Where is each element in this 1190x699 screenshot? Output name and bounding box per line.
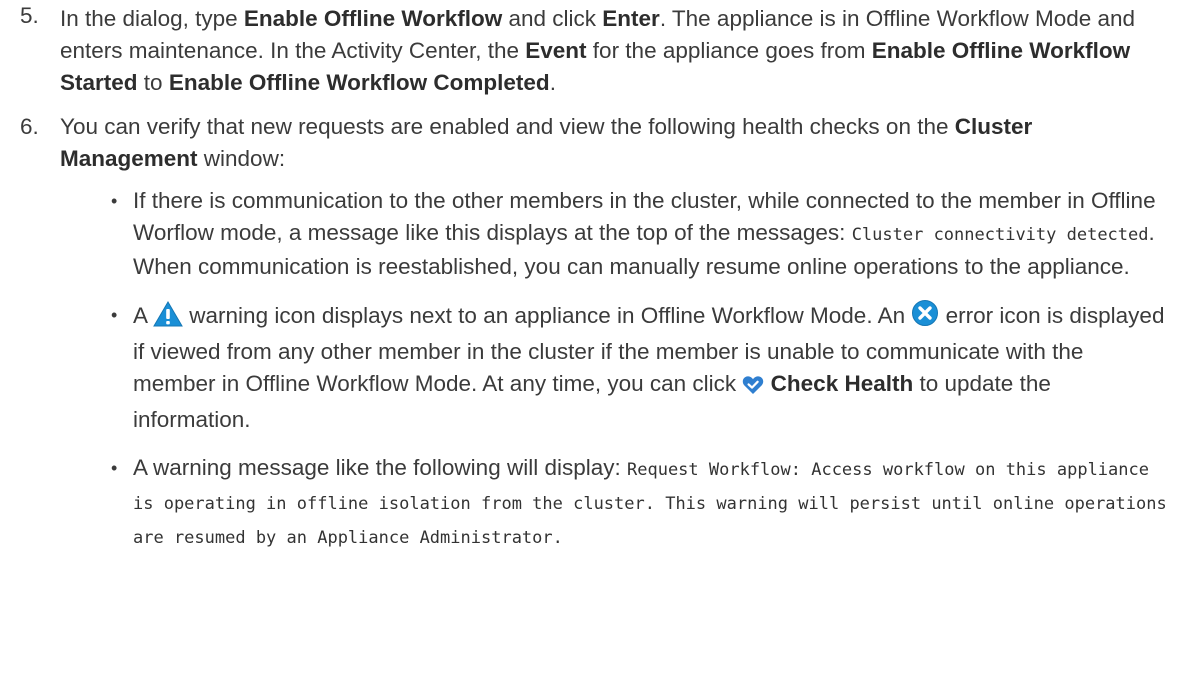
text-segment: A warning message like the following wil… [133, 455, 627, 480]
ui-term-completed: Enable Offline Workflow Completed [168, 70, 550, 95]
text-segment: warning icon displays next to an applian… [183, 303, 912, 328]
bullet-dot: • [111, 458, 118, 478]
ui-term-enable-offline-workflow: Enable Offline Workflow [243, 6, 503, 31]
ui-term-event: Event [525, 38, 587, 63]
warning-icon [153, 301, 183, 336]
text-segment: A [133, 303, 154, 328]
list-item: • If there is communication to the other… [60, 185, 1170, 283]
list-item: • A warning icon displays next to an app… [60, 299, 1170, 436]
text-segment: for the appliance goes from [586, 38, 872, 63]
step-number: 5. [20, 3, 39, 28]
step-6: 6. You can verify that new requests are … [0, 111, 1190, 554]
heart-check-icon [742, 372, 764, 404]
list-item: • A warning message like the following w… [60, 452, 1170, 554]
health-check-list: • If there is communication to the other… [60, 185, 1170, 554]
step-text: In the dialog, type Enable Offline Workf… [60, 6, 1135, 95]
error-icon [911, 299, 939, 336]
document-page: 5. In the dialog, type Enable Offline Wo… [0, 0, 1190, 699]
ui-term-enter: Enter [602, 6, 660, 31]
text-segment: . [549, 70, 556, 95]
text-segment: and click [502, 6, 603, 31]
bullet-dot: • [111, 305, 118, 325]
text-segment: to [137, 70, 169, 95]
procedure-steps: 5. In the dialog, type Enable Offline Wo… [0, 0, 1190, 554]
step-text: You can verify that new requests are ena… [60, 114, 1032, 171]
check-health-link[interactable]: Check Health [771, 371, 914, 396]
text-segment: You can verify that new requests are ena… [60, 114, 955, 139]
step-5: 5. In the dialog, type Enable Offline Wo… [0, 0, 1190, 99]
step-number: 6. [20, 114, 39, 139]
code-cluster-connectivity: Cluster connectivity detected [851, 225, 1149, 245]
text-segment: In the dialog, type [60, 6, 244, 31]
bullet-dot: • [111, 191, 118, 211]
text-segment: window: [197, 146, 286, 171]
